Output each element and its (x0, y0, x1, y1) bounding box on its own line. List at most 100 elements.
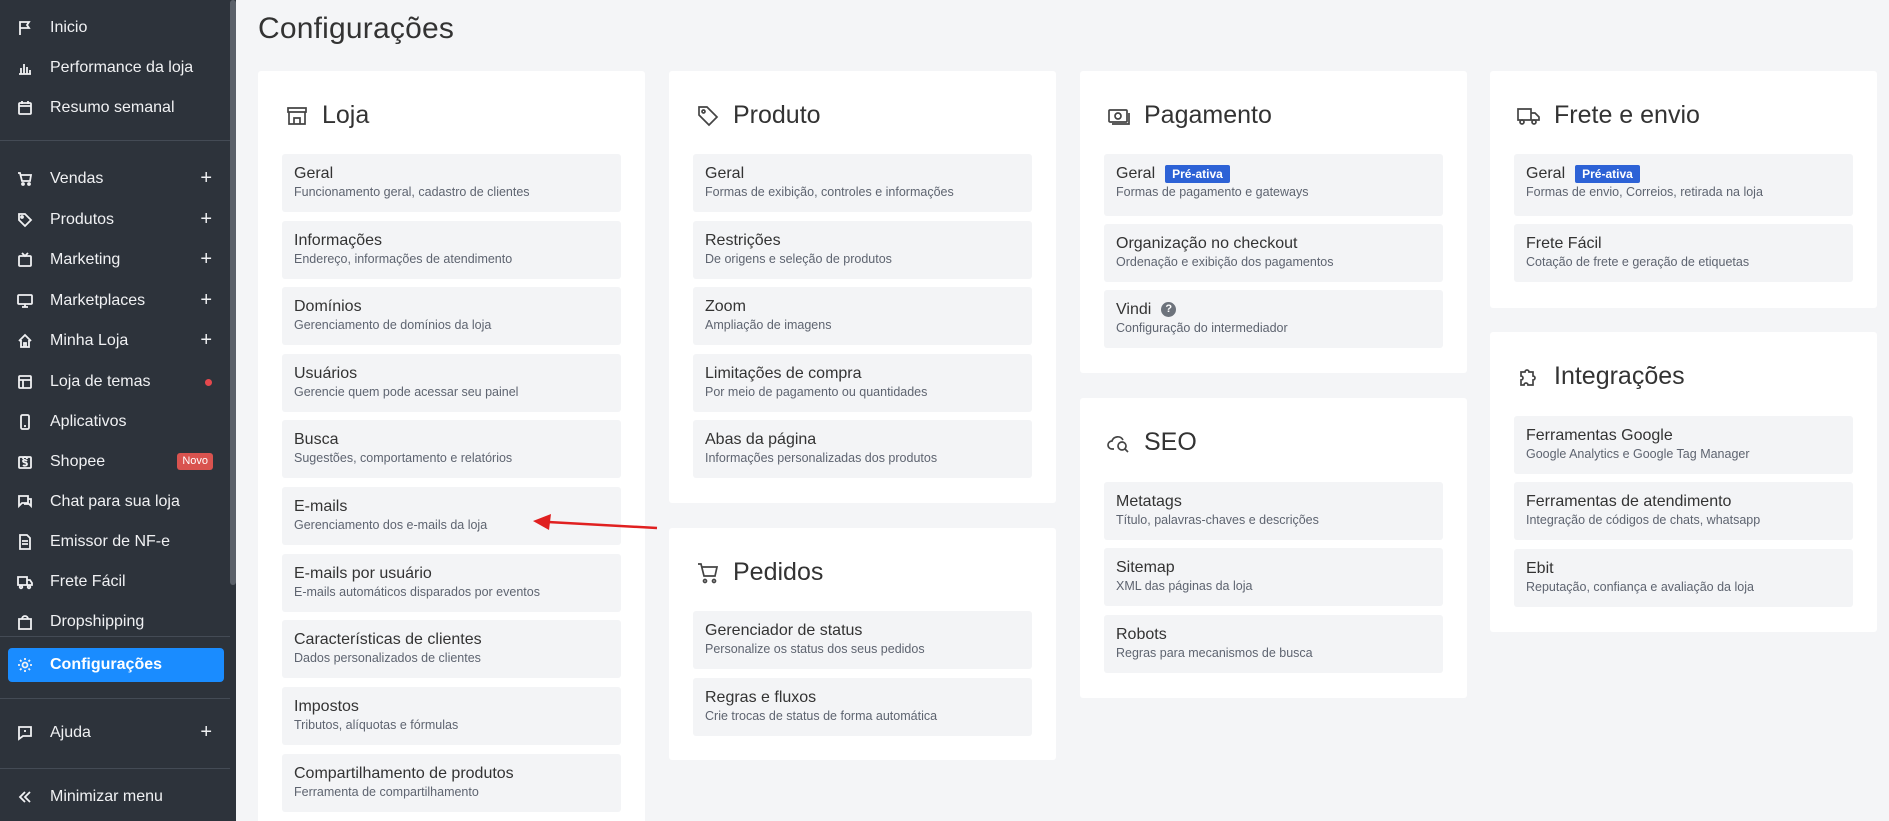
monitor-icon (16, 292, 34, 310)
sidebar-item-marketplaces[interactable]: Marketplaces + (8, 285, 224, 317)
item-title: Ferramentas Google (1526, 427, 1673, 444)
item-subtitle: Configuração do intermediador (1116, 321, 1288, 335)
phone-icon (16, 413, 34, 431)
money-icon (1106, 103, 1132, 129)
item-title: Usuários (294, 365, 358, 382)
minimize-menu-button[interactable]: Minimizar menu (8, 781, 224, 813)
item-subtitle: Informações personalizadas dos produtos (705, 451, 938, 465)
settings-item-caracteristicas-clientes[interactable]: Características de clientes Dados persona… (282, 620, 621, 678)
card-header: Produto (695, 101, 821, 130)
settings-item-robots[interactable]: Robots Regras para mecanismos de busca (1104, 615, 1443, 673)
settings-item-limitacoes[interactable]: Limitações de compra Por meio de pagament… (693, 354, 1032, 412)
item-title: Características de clientes (294, 631, 482, 648)
sidebar-item-dropshipping[interactable]: Dropshipping (8, 606, 224, 638)
sidebar-item-resumo[interactable]: Resumo semanal (8, 92, 224, 124)
item-title: Impostos (294, 698, 359, 715)
expand-plus-icon[interactable]: + (200, 329, 212, 351)
settings-item-sitemap[interactable]: Sitemap XML das páginas da loja (1104, 548, 1443, 606)
truck-icon (1516, 103, 1542, 129)
shopee-icon (16, 453, 34, 471)
sidebar-item-label: Dropshipping (50, 613, 145, 630)
settings-item-gerenciador-status[interactable]: Gerenciador de status Personalize os stat… (693, 611, 1032, 669)
sidebar-item-frete-facil[interactable]: Frete Fácil (8, 566, 224, 598)
expand-plus-icon[interactable]: + (200, 721, 212, 743)
settings-item-informacoes[interactable]: Informações Endereço, informações de aten… (282, 221, 621, 279)
item-subtitle: Ordenação e exibição dos pagamentos (1116, 255, 1334, 269)
settings-item-emails[interactable]: E-mails Gerenciamento dos e-mails da loja (282, 487, 621, 545)
sidebar-item-label: Performance da loja (50, 59, 194, 76)
notification-dot (205, 379, 212, 386)
settings-item-pagamento-geral[interactable]: Geral Pré-ativa Formas de pagamento e gat… (1104, 154, 1443, 216)
card-title: Produto (733, 101, 821, 129)
item-title: Geral (705, 165, 745, 182)
item-title: E-mails (294, 498, 348, 515)
sidebar-item-emissor-nfe[interactable]: Emissor de NF-e (8, 526, 224, 558)
card-header: Integrações (1516, 362, 1685, 391)
help-icon[interactable]: ? (1161, 302, 1177, 317)
settings-item-emails-por-usuario[interactable]: E-mails por usuário E-mails automáticos d… (282, 554, 621, 612)
sidebar-scrollbar[interactable] (230, 0, 236, 585)
expand-plus-icon[interactable]: + (200, 208, 212, 230)
item-subtitle: Formas de pagamento e gateways (1116, 185, 1309, 199)
expand-plus-icon[interactable]: + (200, 167, 212, 189)
sidebar-item-chat[interactable]: Chat para sua loja (8, 486, 224, 518)
settings-item-ferramentas-atendimento[interactable]: Ferramentas de atendimento Integração de … (1514, 482, 1853, 540)
item-title: E-mails por usuário (294, 565, 432, 582)
settings-item-abas[interactable]: Abas da página Informações personalizadas… (693, 420, 1032, 478)
settings-item-zoom[interactable]: Zoom Ampliação de imagens (693, 287, 1032, 345)
item-subtitle: Título, palavras-chaves e descrições (1116, 513, 1319, 527)
item-subtitle: Dados personalizados de clientes (294, 651, 481, 665)
item-subtitle: Ferramenta de compartilhamento (294, 785, 479, 799)
sidebar-item-loja-de-temas[interactable]: Loja de temas (8, 366, 224, 398)
settings-item-frete-geral[interactable]: Geral Pré-ativa Formas de envio, Correios… (1514, 154, 1853, 216)
settings-item-regras-fluxos[interactable]: Regras e fluxos Crie trocas de status de … (693, 678, 1032, 736)
settings-item-metatags[interactable]: Metatags Título, palavras-chaves e descri… (1104, 482, 1443, 540)
puzzle-icon (1516, 364, 1542, 390)
settings-item-ferramentas-google[interactable]: Ferramentas Google Google Analytics e Goo… (1514, 416, 1853, 474)
settings-item-impostos[interactable]: Impostos Tributos, alíquotas e fórmulas (282, 687, 621, 745)
sidebar-item-label: Frete Fácil (50, 573, 126, 590)
settings-item-produto-geral[interactable]: Geral Formas de exibição, controles e inf… (693, 154, 1032, 212)
settings-item-usuarios[interactable]: Usuários Gerencie quem pode acessar seu p… (282, 354, 621, 412)
sidebar-item-vendas[interactable]: Vendas + (8, 163, 224, 195)
sidebar-item-aplicativos[interactable]: Aplicativos (8, 406, 224, 438)
sidebar-item-label: Minha Loja (50, 332, 129, 349)
sidebar-item-marketing[interactable]: Marketing + (8, 244, 224, 276)
sidebar-item-performance[interactable]: Performance da loja (8, 52, 224, 84)
item-subtitle: XML das páginas da loja (1116, 579, 1253, 593)
page-title: Configurações (258, 12, 455, 45)
item-subtitle: Formas de exibição, controles e informaç… (705, 185, 954, 199)
settings-item-ebit[interactable]: Ebit Reputação, confiança e avaliação da … (1514, 549, 1853, 607)
card-header: Pedidos (695, 558, 823, 587)
item-title: Compartilhamento de produtos (294, 765, 514, 782)
sidebar-item-minha-loja[interactable]: Minha Loja + (8, 325, 224, 357)
sidebar-divider (0, 698, 230, 699)
sidebar-item-label: Vendas (50, 170, 104, 187)
tv-icon (16, 251, 34, 269)
settings-item-restricoes[interactable]: Restrições De origens e seleção de produt… (693, 221, 1032, 279)
card-header: Pagamento (1106, 101, 1272, 130)
settings-item-frete-facil[interactable]: Frete Fácil Cotação de frete e geração de… (1514, 224, 1853, 282)
item-title: Gerenciador de status (705, 622, 863, 639)
sidebar-item-configuracoes[interactable]: Configurações (8, 648, 224, 682)
expand-plus-icon[interactable]: + (200, 289, 212, 311)
sidebar-item-label: Configurações (50, 656, 163, 673)
item-subtitle: Cotação de frete e geração de etiquetas (1526, 255, 1750, 269)
pedidos-card: Pedidos Gerenciador de status Personalize… (669, 528, 1056, 760)
expand-plus-icon[interactable]: + (200, 248, 212, 270)
cart-icon (695, 560, 721, 586)
settings-item-vindi[interactable]: Vindi? Configuração do intermediador (1104, 290, 1443, 348)
sidebar-item-ajuda[interactable]: Ajuda + (8, 717, 224, 749)
item-title: Busca (294, 431, 339, 448)
sidebar-item-inicio[interactable]: Inicio (8, 12, 224, 44)
item-title: Limitações de compra (705, 365, 862, 382)
sidebar-item-shopee[interactable]: Shopee Novo (8, 446, 224, 478)
settings-item-compartilhamento[interactable]: Compartilhamento de produtos Ferramenta d… (282, 754, 621, 812)
item-title: Sitemap (1116, 559, 1175, 576)
settings-item-busca[interactable]: Busca Sugestões, comportamento e relatóri… (282, 420, 621, 478)
item-title: Geral (1526, 165, 1566, 182)
settings-item-dominios[interactable]: Domínios Gerenciamento de domínios da loj… (282, 287, 621, 345)
settings-item-organizacao-checkout[interactable]: Organização no checkout Ordenação e exibi… (1104, 224, 1443, 282)
settings-item-geral[interactable]: Geral Funcionamento geral, cadastro de cl… (282, 154, 621, 212)
sidebar-item-produtos[interactable]: Produtos + (8, 204, 224, 236)
